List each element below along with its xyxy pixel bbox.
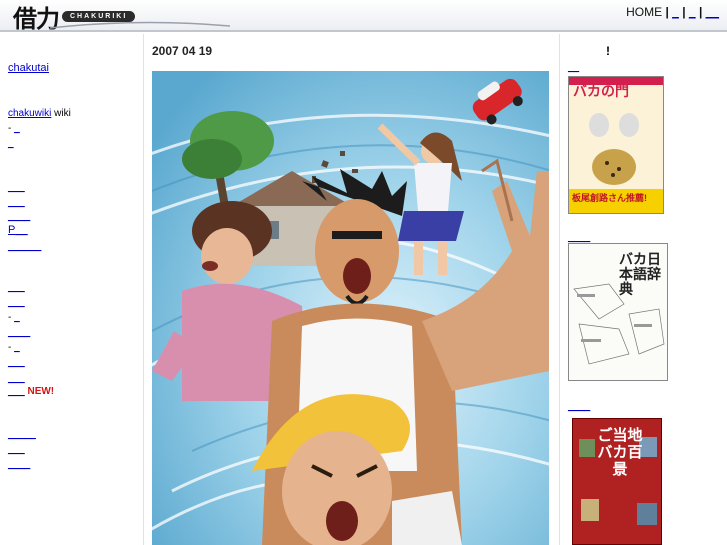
book-1-title: バカの門	[573, 84, 629, 100]
sidebar-row: ___	[8, 297, 25, 309]
sidebar-link[interactable]: ___	[8, 373, 25, 384]
sidebar-link[interactable]: _____	[8, 429, 36, 440]
nav-home[interactable]: HOME	[626, 5, 662, 19]
sidebar-row: ___	[8, 282, 25, 294]
sidebar-link[interactable]: ___	[8, 357, 25, 368]
flood-scene-image	[152, 71, 549, 545]
sidebar-row: ___	[8, 357, 25, 369]
sidebar-link[interactable]: _	[14, 123, 20, 134]
nav-separator: |	[682, 5, 686, 19]
sidebar-link[interactable]: _	[14, 312, 20, 323]
right-link-1[interactable]: __	[568, 62, 579, 73]
sidebar-row: _	[8, 138, 14, 150]
sidebar-link-new[interactable]: ___	[8, 386, 25, 397]
sidebar-link[interactable]: ___	[8, 297, 25, 308]
logo-swoosh-icon	[50, 21, 230, 29]
sidebar-link-p-suffix: __	[15, 224, 28, 236]
manga-illustration[interactable]	[152, 71, 549, 545]
sidebar-label: wiki	[54, 108, 71, 119]
nav-link-3[interactable]: __	[706, 5, 719, 19]
sidebar-link[interactable]: ____	[8, 211, 30, 222]
sidebar-row: chakutai	[8, 62, 49, 75]
sidebar-link[interactable]: ___	[8, 182, 25, 193]
sidebar-row: ___	[8, 373, 25, 385]
sidebar-link[interactable]: ___	[8, 282, 25, 293]
sidebar-dash: -	[8, 123, 12, 134]
book-2-title: バカ日本語辞典	[619, 251, 661, 297]
nav-link-1[interactable]: _	[672, 5, 679, 19]
new-badge: NEW!	[27, 386, 55, 397]
right-sidebar: ! __ バカの門 板尾創路さん推薦! ____ バカ日本語辞典 ____ ご当…	[559, 34, 727, 545]
sidebar-row: ____	[8, 327, 30, 339]
left-sidebar: chakutai chakuwiki wiki - _ _ ___ ___ __…	[0, 34, 144, 545]
book-cover-2[interactable]: バカ日本語辞典	[568, 243, 668, 381]
sidebar-row: ____	[8, 211, 30, 223]
sidebar-link[interactable]: ___	[8, 444, 25, 455]
nav-separator: |	[665, 5, 669, 19]
site-header: 借力 CHAKURIKI HOME | _ | _ | __	[0, 0, 727, 33]
book-cover-1[interactable]: バカの門 板尾創路さん推薦!	[568, 76, 664, 214]
sidebar-link-chakuwiki[interactable]: chakuwiki	[8, 108, 51, 119]
sidebar-row: _____	[8, 429, 36, 441]
book-1-banner: 板尾創路さん推薦!	[572, 193, 647, 203]
sidebar-row: chakuwiki wiki	[8, 108, 71, 120]
right-link-3[interactable]: ____	[568, 401, 590, 412]
sidebar-dash: -	[8, 342, 12, 353]
book-3-title: ご当地バカ百景	[597, 427, 643, 478]
sidebar-row: ____	[8, 459, 30, 471]
nav-separator: |	[698, 5, 703, 19]
sidebar-link-p[interactable]: P__	[8, 224, 28, 236]
book-cover-3[interactable]: ご当地バカ百景	[572, 418, 662, 545]
sidebar-row: ___	[8, 444, 25, 456]
sidebar-row: ___ NEW!	[8, 386, 54, 398]
sidebar-row: ___	[8, 182, 25, 194]
right-heading: !	[606, 44, 610, 58]
top-nav: HOME | _ | _ | __	[626, 5, 719, 19]
sidebar-row: - _	[8, 312, 20, 324]
sidebar-dash: -	[8, 312, 12, 323]
sidebar-link[interactable]: ____	[8, 327, 30, 338]
sidebar-link[interactable]: ____	[8, 459, 30, 470]
nav-link-2[interactable]: _	[689, 5, 696, 19]
post-date: 2007 04 19	[152, 44, 213, 58]
sidebar-row: ______	[8, 241, 41, 253]
sidebar-row: - _	[8, 123, 20, 135]
sidebar-link[interactable]: ______	[8, 241, 41, 252]
sidebar-link-chakutai[interactable]: chakutai	[8, 62, 49, 74]
sidebar-row: - _	[8, 342, 20, 354]
sidebar-row: P__	[8, 224, 28, 237]
sidebar-link[interactable]: _	[14, 342, 20, 353]
sidebar-row: ___	[8, 197, 25, 209]
sidebar-link[interactable]: ___	[8, 197, 25, 208]
right-link-2[interactable]: ____	[568, 232, 590, 243]
sidebar-link[interactable]: _	[8, 138, 14, 149]
